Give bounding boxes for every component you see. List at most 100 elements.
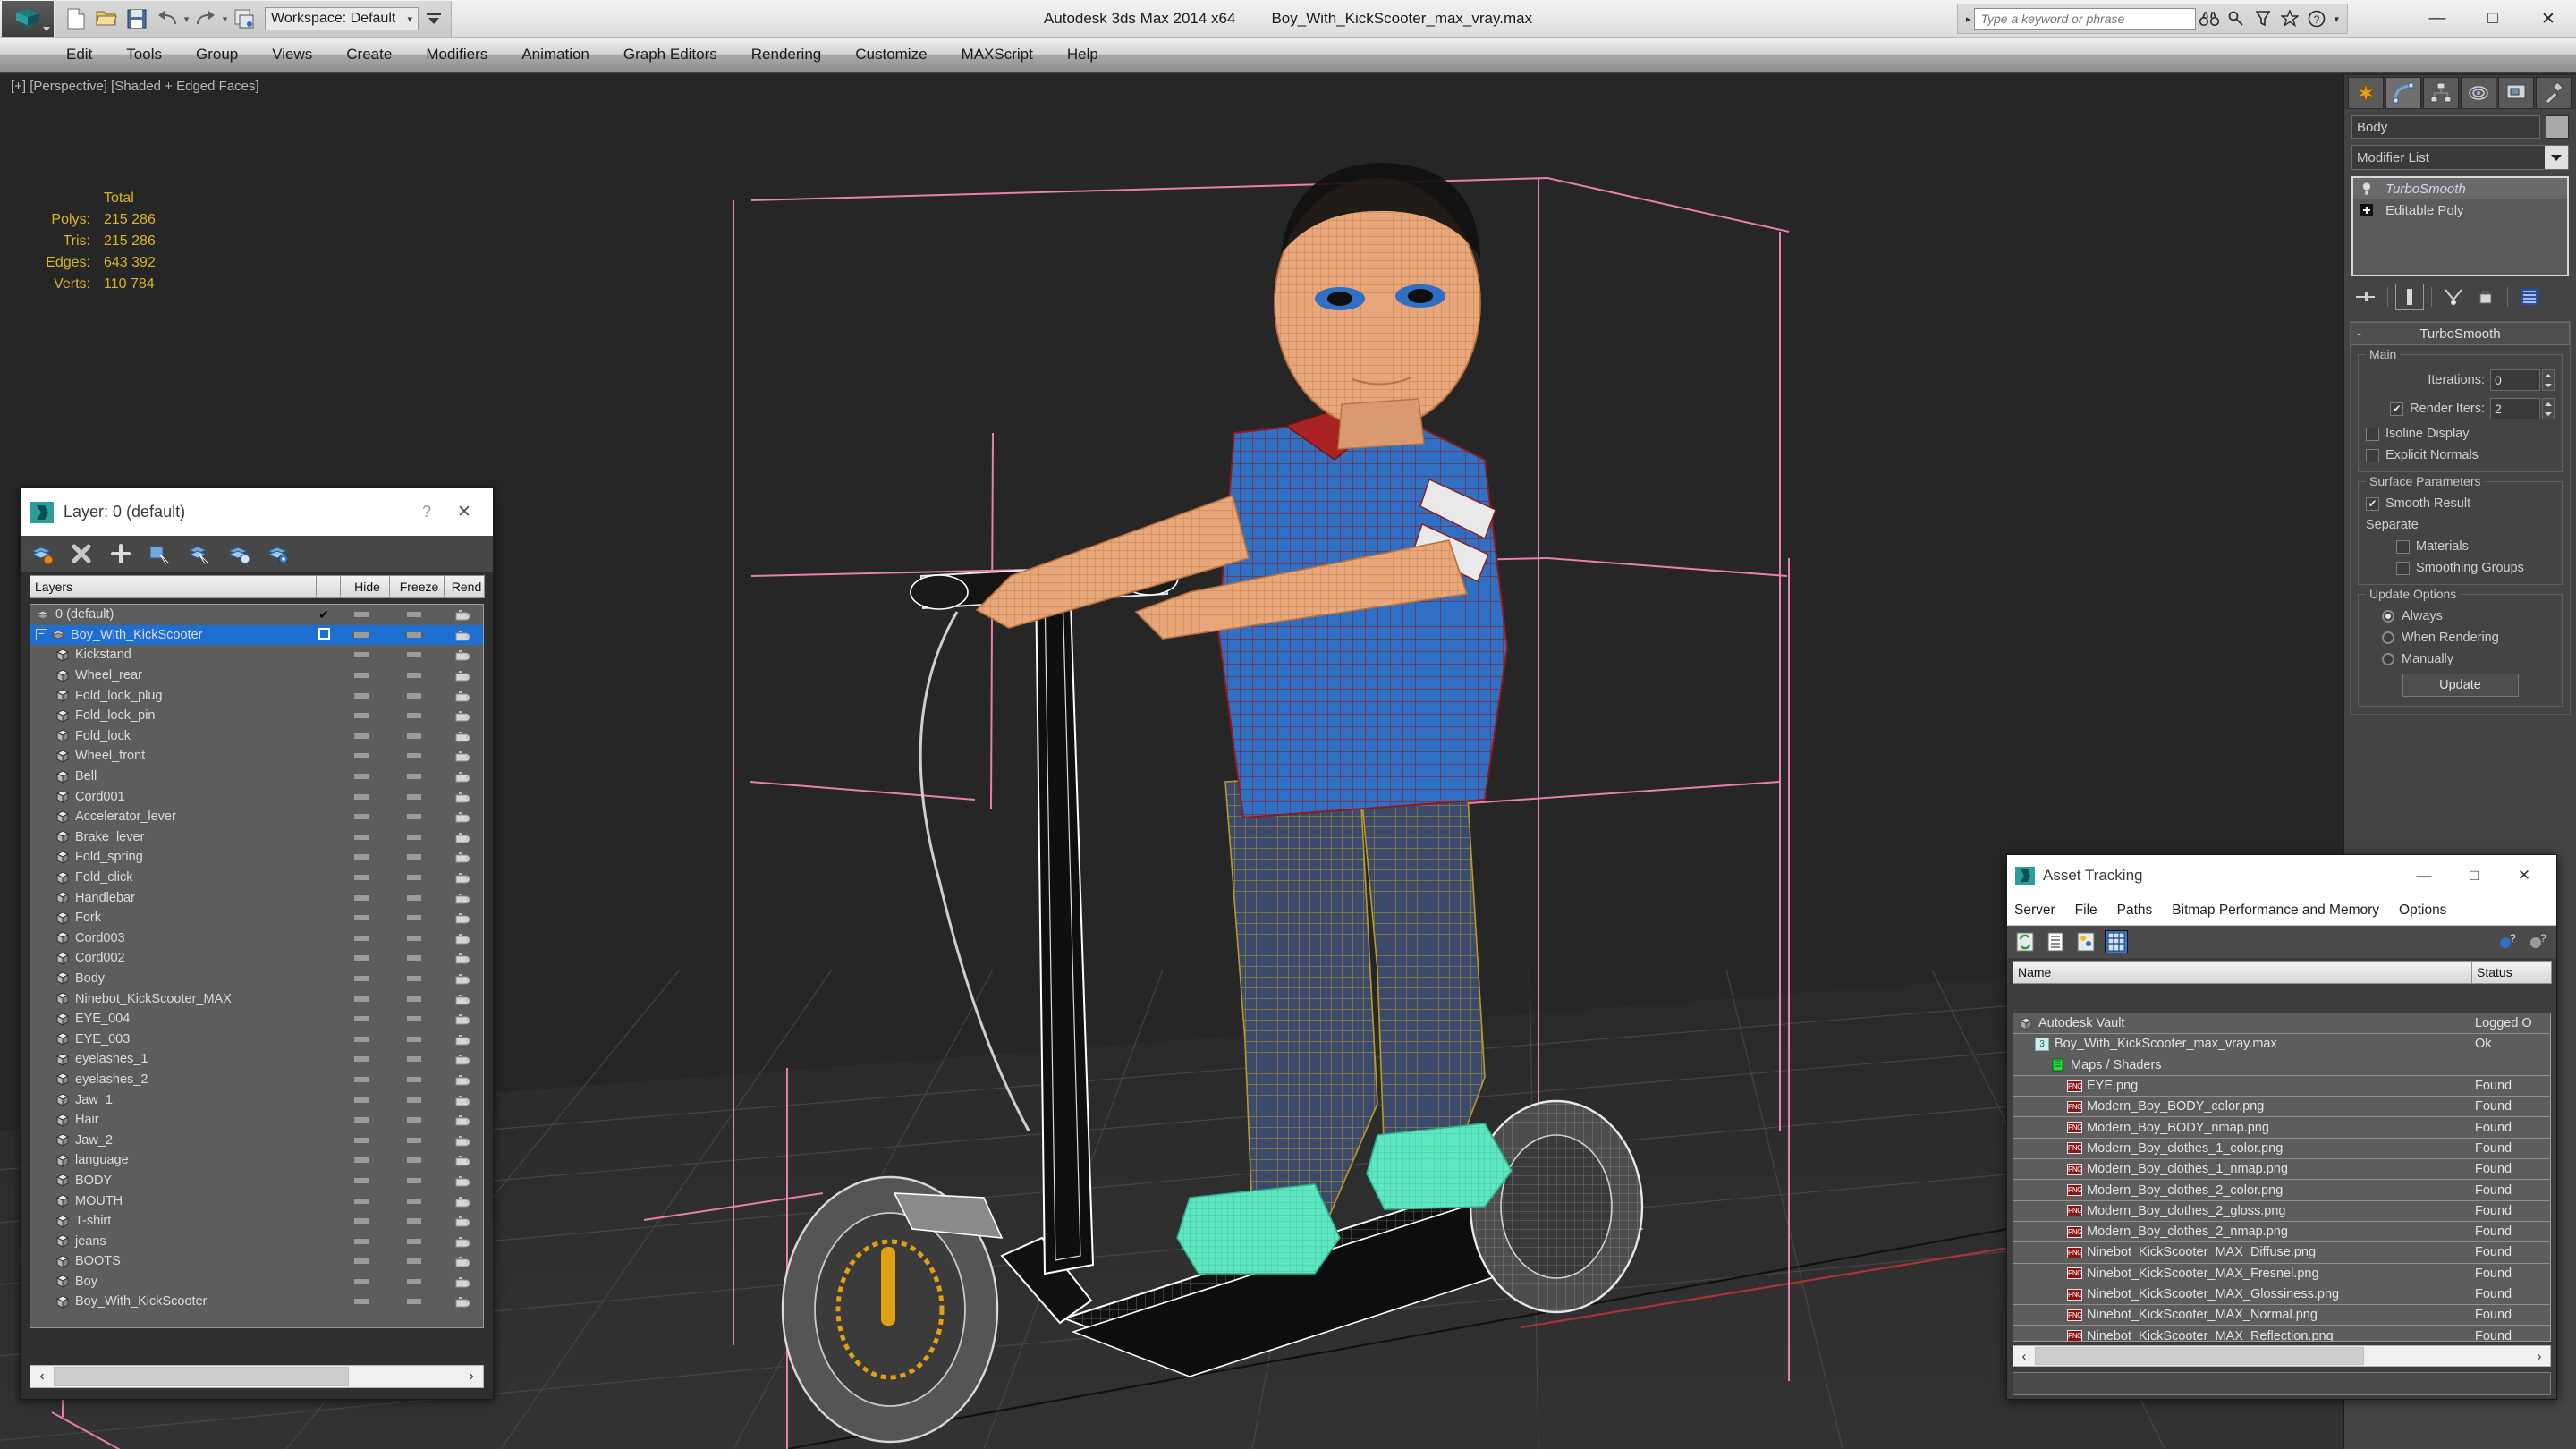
hide-cell[interactable]: [336, 1097, 386, 1103]
plus-box-icon[interactable]: [2359, 202, 2375, 218]
hide-cell[interactable]: [336, 1056, 386, 1063]
grid-view-icon[interactable]: [2105, 930, 2128, 953]
layer-row[interactable]: Accelerator_lever: [30, 807, 483, 827]
add-selection-icon[interactable]: [226, 541, 251, 566]
freeze-cell[interactable]: [386, 692, 442, 699]
freeze-cell[interactable]: [386, 733, 442, 739]
undo-icon[interactable]: [154, 5, 181, 32]
layer-close-button[interactable]: ✕: [445, 502, 484, 522]
render-teapot-icon[interactable]: [442, 1295, 483, 1308]
workspace-menu-button[interactable]: [422, 7, 445, 30]
hierarchy-tab[interactable]: [2423, 77, 2459, 109]
render-teapot-icon[interactable]: [442, 972, 483, 985]
create-tab[interactable]: [2348, 77, 2384, 109]
asset-row[interactable]: PNG Modern_Boy_clothes_2_gloss.png Found: [2013, 1201, 2550, 1222]
render-teapot-icon[interactable]: [442, 911, 483, 924]
save-icon[interactable]: [123, 5, 150, 32]
iterations-value[interactable]: 0: [2490, 369, 2540, 391]
freeze-cell[interactable]: [386, 1117, 442, 1123]
render-teapot-icon[interactable]: [442, 993, 483, 1005]
delete-layer-icon[interactable]: [69, 541, 94, 566]
asset-row[interactable]: 3 Boy_With_KickScooter_max_vray.max Ok: [2013, 1034, 2550, 1055]
render-teapot-icon[interactable]: [442, 1114, 483, 1126]
project-folder-icon[interactable]: [231, 5, 258, 32]
column-name[interactable]: Name: [2012, 961, 2472, 984]
funnel-icon[interactable]: [2250, 5, 2276, 32]
freeze-cell[interactable]: [386, 996, 442, 1002]
render-teapot-icon[interactable]: [442, 1275, 483, 1288]
render-teapot-icon[interactable]: [442, 1215, 483, 1227]
freeze-cell[interactable]: [386, 854, 442, 860]
layer-row[interactable]: BODY: [30, 1171, 483, 1191]
asset-maximize-button[interactable]: □: [2449, 867, 2499, 885]
open-icon[interactable]: [93, 5, 120, 32]
hide-cell[interactable]: [336, 814, 386, 820]
menu-item-modifiers[interactable]: Modifiers: [409, 37, 504, 72]
render-teapot-icon[interactable]: [442, 1073, 483, 1086]
render-iters-value[interactable]: 2: [2490, 398, 2540, 419]
render-teapot-icon[interactable]: [442, 871, 483, 884]
layer-row[interactable]: EYE_004: [30, 1009, 483, 1030]
freeze-cell[interactable]: [386, 652, 442, 658]
undo-dropdown-icon[interactable]: ▾: [182, 5, 191, 32]
help-icon[interactable]: ?: [2528, 931, 2549, 953]
layer-row[interactable]: Fold_lock_pin: [30, 706, 483, 726]
asset-row[interactable]: PNG Modern_Boy_BODY_nmap.png Found: [2013, 1117, 2550, 1139]
render-teapot-icon[interactable]: [442, 831, 483, 843]
layer-row[interactable]: Body: [30, 969, 483, 989]
redo-dropdown-icon[interactable]: ▾: [221, 5, 229, 32]
render-teapot-icon[interactable]: [442, 709, 483, 722]
when-rendering-radio[interactable]: [2382, 631, 2394, 644]
show-end-result-icon[interactable]: [2395, 284, 2424, 310]
menu-item-help[interactable]: Help: [1050, 37, 1115, 72]
layer-row[interactable]: eyelashes_2: [30, 1070, 483, 1090]
hide-cell[interactable]: [336, 1036, 386, 1042]
layer-row[interactable]: Ninebot_KickScooter_MAX: [30, 988, 483, 1009]
freeze-cell[interactable]: [386, 935, 442, 941]
explicit-normals-checkbox[interactable]: [2366, 448, 2379, 462]
chevron-down-icon[interactable]: [2545, 146, 2568, 169]
rollout-collapse-icon[interactable]: -: [2357, 326, 2361, 342]
freeze-cell[interactable]: [386, 1258, 442, 1265]
asset-minimize-button[interactable]: —: [2399, 867, 2449, 885]
asset-row[interactable]: PNG Modern_Boy_clothes_2_nmap.png Found: [2013, 1222, 2550, 1243]
always-radio[interactable]: [2382, 610, 2394, 623]
hide-cell[interactable]: [336, 753, 386, 759]
asset-menu-paths[interactable]: Paths: [2117, 902, 2153, 919]
layer-row[interactable]: Cord003: [30, 928, 483, 949]
star-icon[interactable]: [2276, 5, 2303, 32]
layer-help-button[interactable]: ?: [409, 503, 445, 521]
layer-row[interactable]: Handlebar: [30, 887, 483, 908]
layer-horizontal-scrollbar[interactable]: ‹ ›: [30, 1365, 484, 1388]
hide-cell[interactable]: [336, 1016, 386, 1022]
menu-item-edit[interactable]: Edit: [49, 37, 109, 72]
isoline-display-checkbox[interactable]: [2366, 427, 2379, 441]
render-teapot-icon[interactable]: [442, 1094, 483, 1106]
hide-cell[interactable]: [336, 1177, 386, 1183]
layer-row[interactable]: 0 (default) ✔: [30, 605, 483, 625]
freeze-cell[interactable]: [386, 753, 442, 759]
freeze-cell[interactable]: [386, 875, 442, 881]
freeze-cell[interactable]: [386, 631, 442, 638]
select-highlighted-icon[interactable]: [187, 541, 212, 566]
freeze-cell[interactable]: [386, 834, 442, 840]
scroll-right-arrow-icon[interactable]: ›: [2529, 1349, 2550, 1364]
hide-cell[interactable]: [336, 774, 386, 780]
maximize-button[interactable]: □: [2465, 0, 2521, 38]
layer-row[interactable]: − Boy_With_KickScooter: [30, 624, 483, 646]
column-active[interactable]: [316, 575, 341, 598]
layer-active-tick[interactable]: ✔: [311, 607, 336, 623]
asset-row[interactable]: PNG Modern_Boy_clothes_2_color.png Found: [2013, 1180, 2550, 1201]
hide-cell[interactable]: [336, 935, 386, 941]
freeze-cell[interactable]: [386, 793, 442, 800]
layer-row[interactable]: jeans: [30, 1231, 483, 1251]
column-freeze[interactable]: Freeze: [389, 575, 445, 598]
make-unique-icon[interactable]: [2439, 284, 2468, 310]
render-teapot-icon[interactable]: [442, 952, 483, 964]
configure-sets-icon[interactable]: [2515, 284, 2544, 310]
freeze-cell[interactable]: [386, 713, 442, 719]
asset-menu-options[interactable]: Options: [2399, 902, 2446, 919]
layer-row[interactable]: Fold_click: [30, 868, 483, 888]
close-button[interactable]: ✕: [2521, 0, 2576, 38]
render-teapot-icon[interactable]: [442, 669, 483, 682]
